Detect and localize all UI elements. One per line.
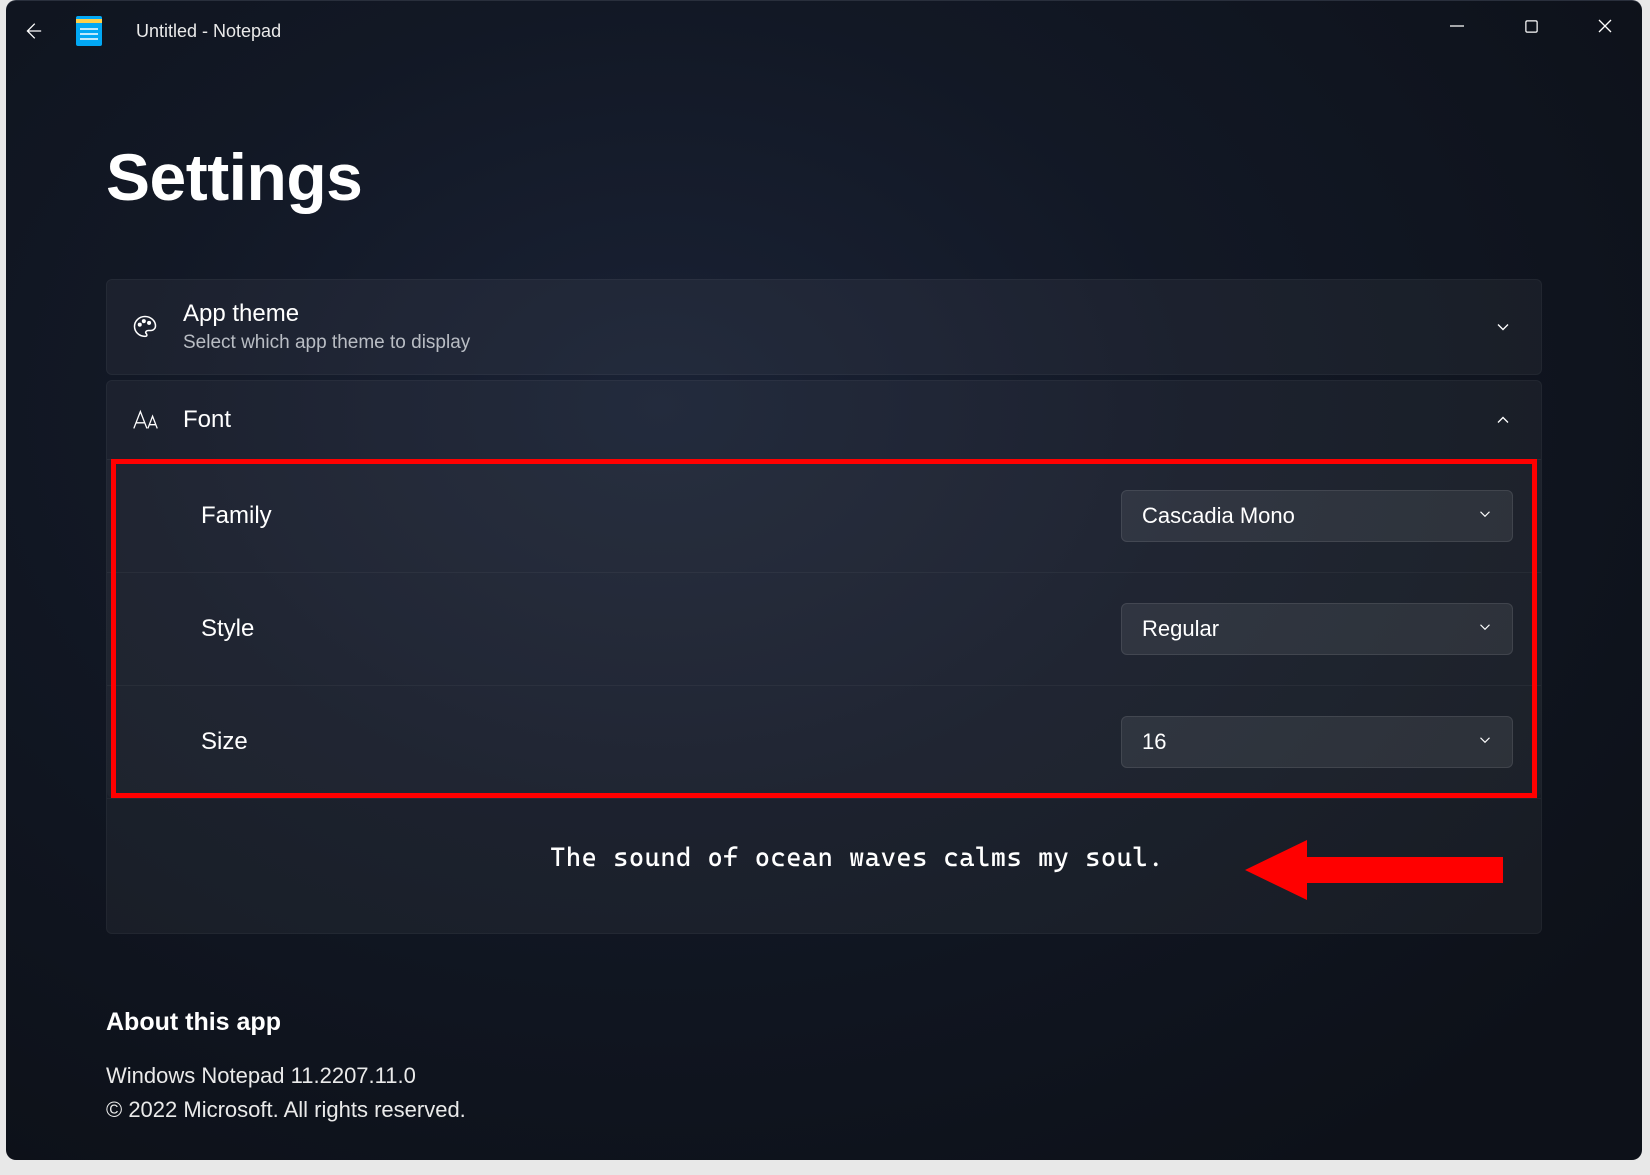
font-card-header[interactable]: Font [107, 381, 1541, 459]
settings-content: Settings App theme Select which app them… [6, 139, 1642, 1127]
font-preview-row: The sound of ocean waves calms my soul. [107, 798, 1541, 933]
font-family-value: Cascadia Mono [1142, 503, 1295, 529]
about-copyright: © 2022 Microsoft. All rights reserved. [106, 1093, 1542, 1127]
notepad-app-icon [76, 16, 102, 46]
app-window: Untitled - Notepad Settings [6, 0, 1642, 1160]
font-family-row: Family Cascadia Mono [107, 459, 1541, 572]
close-button[interactable] [1568, 1, 1642, 51]
font-style-row: Style Regular [107, 572, 1541, 685]
app-theme-subtitle: Select which app theme to display [183, 332, 1493, 354]
app-theme-card[interactable]: App theme Select which app theme to disp… [106, 279, 1542, 375]
font-family-dropdown[interactable]: Cascadia Mono [1121, 490, 1513, 542]
font-style-value: Regular [1142, 616, 1219, 642]
titlebar: Untitled - Notepad [6, 1, 1642, 61]
font-card: Font Family Cascadia Mono [106, 380, 1542, 934]
font-size-dropdown[interactable]: 16 [1121, 716, 1513, 768]
font-title: Font [183, 406, 1493, 434]
minimize-button[interactable] [1420, 1, 1494, 51]
chevron-down-icon [1476, 618, 1494, 641]
chevron-up-icon [1493, 410, 1513, 430]
page-title: Settings [106, 139, 1542, 215]
about-version: Windows Notepad 11.2207.11.0 [106, 1059, 1542, 1093]
font-preview-text: The sound of ocean waves calms my soul. [550, 843, 1164, 873]
font-size-row: Size 16 [107, 685, 1541, 798]
window-controls [1420, 1, 1642, 51]
chevron-down-icon [1476, 731, 1494, 754]
palette-icon [131, 313, 171, 341]
window-title: Untitled - Notepad [136, 21, 281, 42]
maximize-button[interactable] [1494, 1, 1568, 51]
chevron-down-icon [1476, 505, 1494, 528]
font-style-dropdown[interactable]: Regular [1121, 603, 1513, 655]
font-style-label: Style [201, 615, 254, 643]
app-theme-title: App theme [183, 300, 1493, 328]
chevron-down-icon [1493, 317, 1513, 337]
font-icon [131, 406, 171, 434]
font-size-label: Size [201, 728, 248, 756]
about-section: About this app Windows Notepad 11.2207.1… [106, 1008, 1542, 1127]
font-size-value: 16 [1142, 729, 1166, 755]
annotation-arrow-icon [1245, 835, 1505, 905]
back-button[interactable] [6, 1, 58, 61]
about-title: About this app [106, 1008, 1542, 1037]
font-family-label: Family [201, 502, 272, 530]
font-sub-panel: Family Cascadia Mono Style Regular [107, 459, 1541, 798]
